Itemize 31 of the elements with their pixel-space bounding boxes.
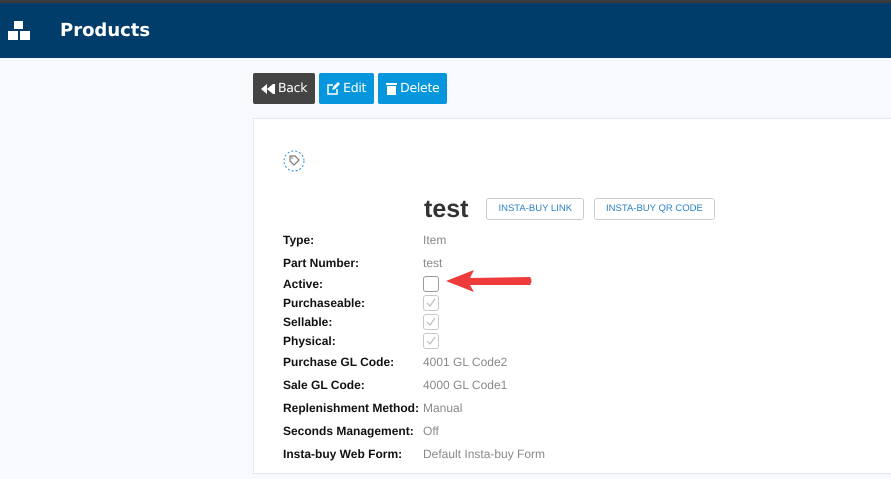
tag-icon [283, 150, 305, 172]
field-label: Sale GL Code: [283, 376, 366, 394]
boxes-icon [8, 20, 30, 40]
field-label: Active: [283, 276, 324, 292]
field-value: test [423, 254, 442, 272]
edit-icon [327, 82, 340, 95]
field-label: Purchaseable: [283, 294, 366, 312]
field-label: Physical: [283, 332, 337, 350]
field-label: Purchase GL Code: [283, 354, 396, 370]
checkbox[interactable] [423, 276, 439, 292]
field-value: 4000 GL Code1 [423, 376, 508, 394]
insta-buy-button[interactable]: INSTA-BUY QR CODE [594, 198, 715, 220]
edit-button[interactable]: Edit [319, 73, 374, 104]
delete-button[interactable]: Delete [378, 73, 448, 104]
rewind-icon [261, 84, 275, 94]
field-value: Manual [423, 400, 462, 416]
page-title: Products [60, 20, 150, 42]
field-label: Part Number: [283, 254, 360, 272]
field-value: Default Insta-buy Form [423, 446, 546, 462]
back-button[interactable]: Back [253, 73, 316, 104]
field-label: Replenishment Method: [283, 400, 420, 416]
field-label: Sellable: [283, 314, 334, 330]
trash-icon [386, 82, 398, 95]
field-label: Seconds Management: [283, 422, 415, 440]
field-label: Type: [283, 232, 316, 248]
field-value: Off [423, 422, 439, 440]
product-name: test [424, 194, 468, 224]
field-value: Item [423, 232, 446, 248]
insta-buy-button[interactable]: INSTA-BUY LINK [486, 198, 584, 220]
field-value: 4001 GL Code2 [423, 354, 508, 370]
field-label: Insta-buy Web Form: [283, 446, 404, 462]
